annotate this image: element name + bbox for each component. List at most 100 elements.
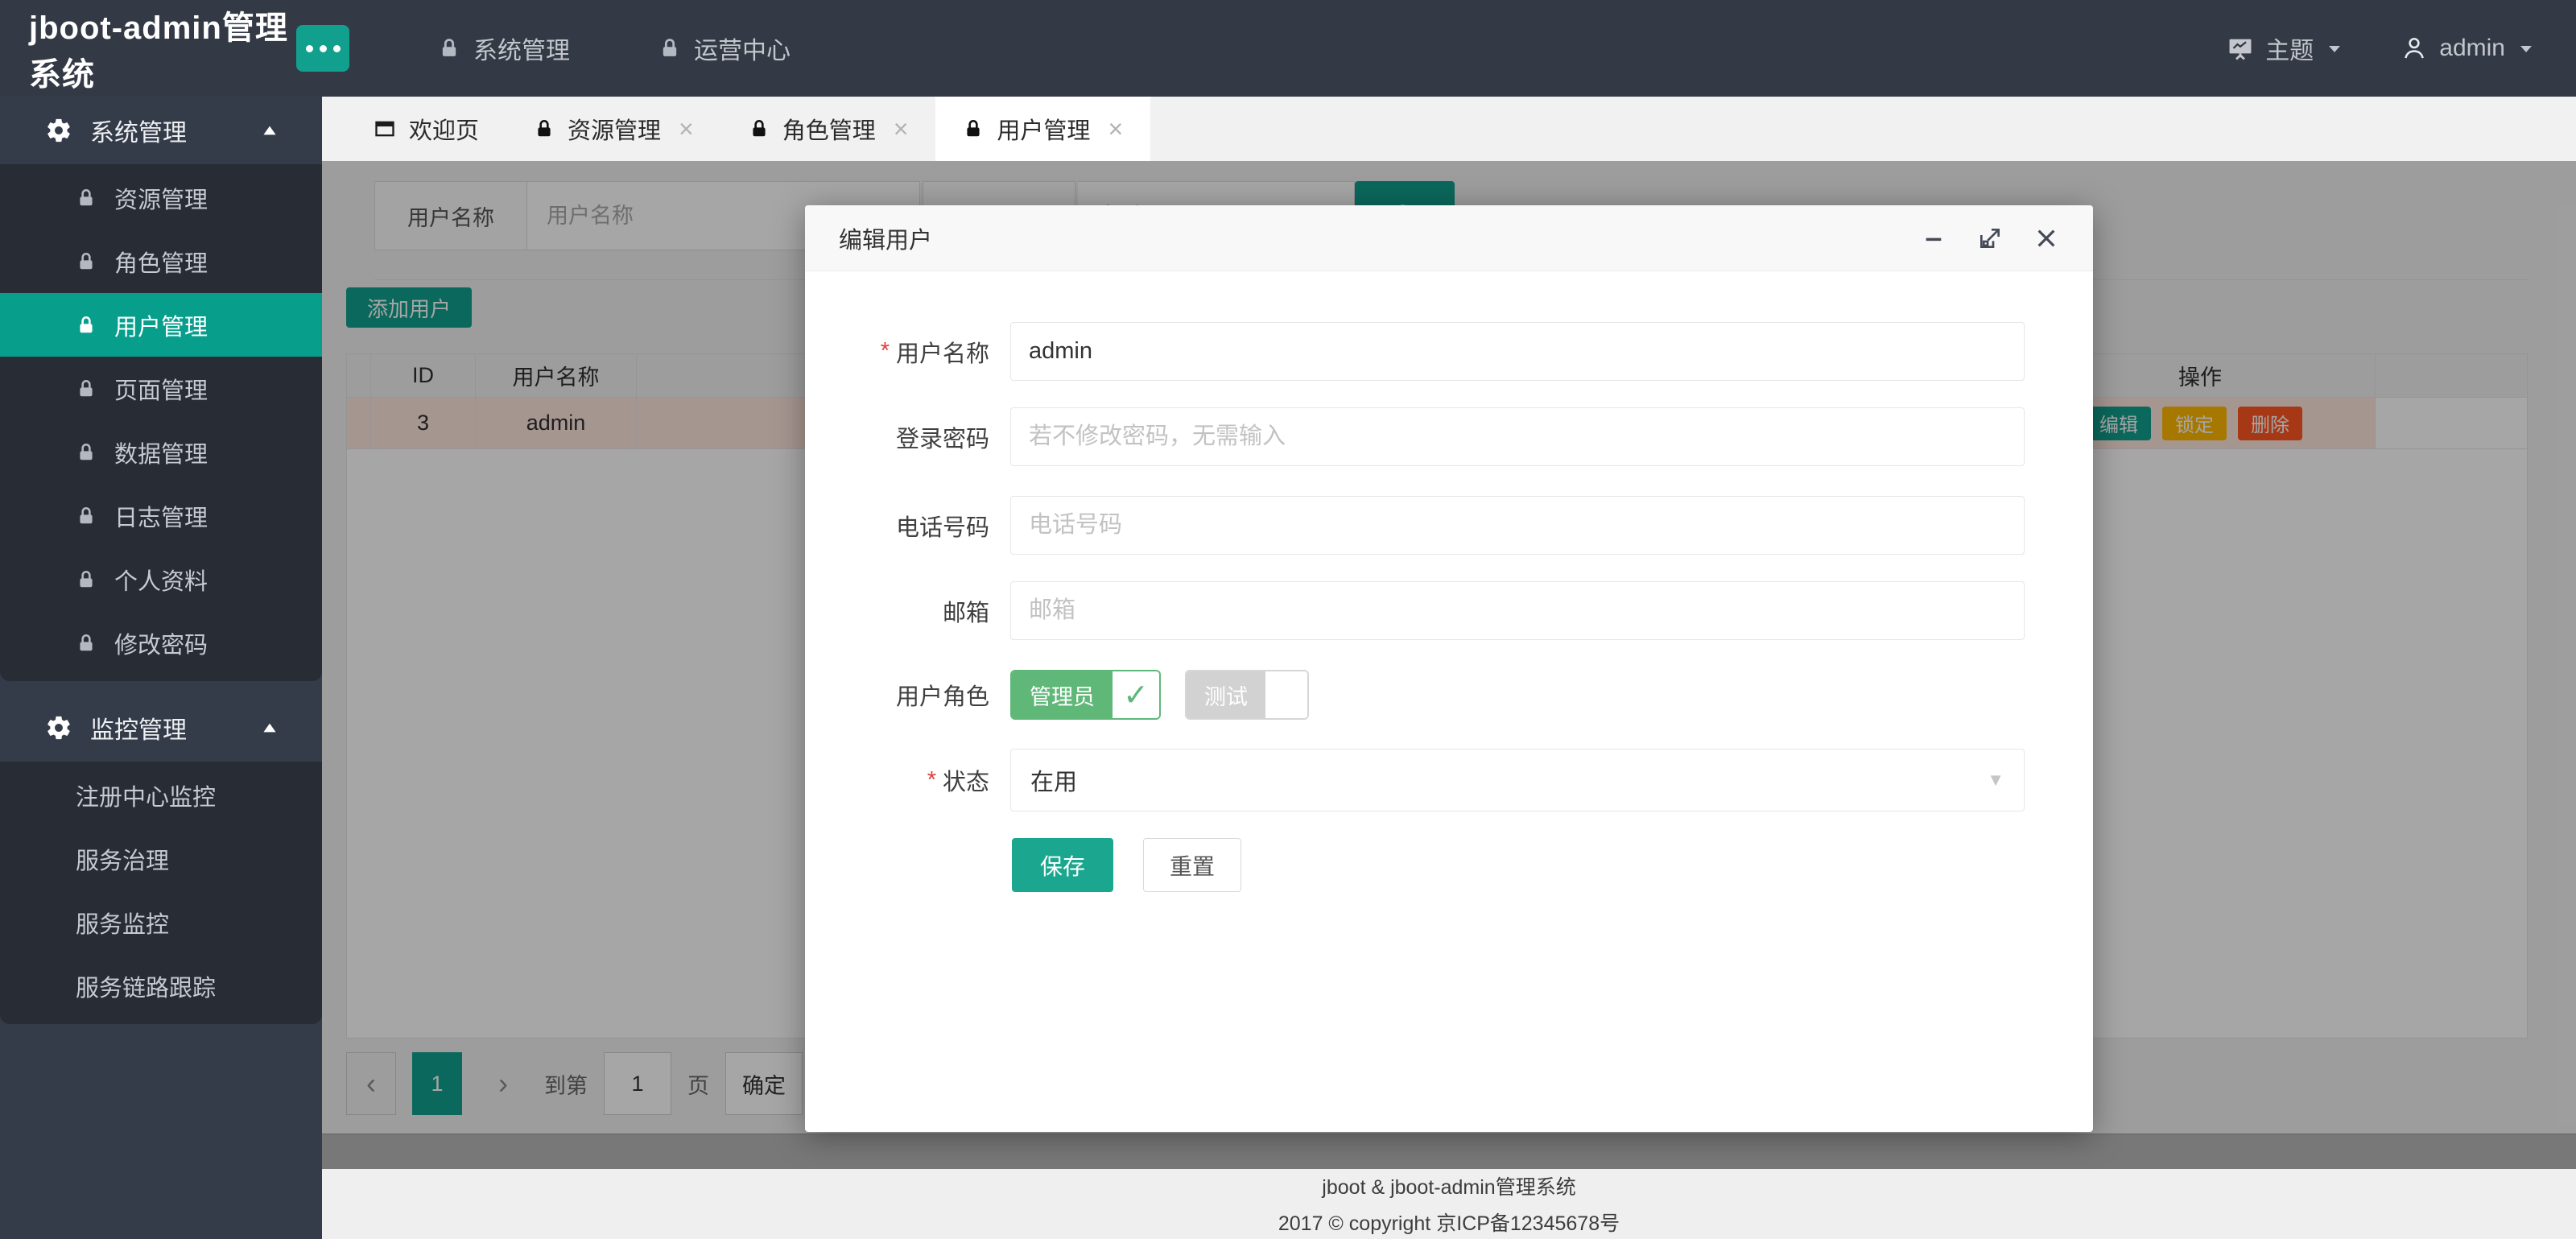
lock-icon bbox=[76, 506, 97, 527]
role-label: 测试 bbox=[1187, 671, 1265, 718]
sidebar-item-logs[interactable]: 日志管理 bbox=[0, 484, 322, 547]
email-field[interactable] bbox=[1010, 581, 2025, 640]
window-icon bbox=[374, 118, 396, 140]
sidebar-item-label: 数据管理 bbox=[114, 436, 208, 469]
phone-label: 电话号码 bbox=[805, 496, 1010, 555]
lock-icon bbox=[76, 633, 97, 654]
sidebar-item-label: 角色管理 bbox=[114, 245, 208, 279]
role-admin-toggle[interactable]: 管理员 ✓ bbox=[1010, 670, 1161, 720]
sidebar-item-roles[interactable]: 角色管理 bbox=[0, 229, 322, 293]
tab-welcome[interactable]: 欢迎页 bbox=[346, 97, 506, 161]
minimize-icon[interactable] bbox=[1921, 225, 1946, 251]
lock-icon bbox=[963, 118, 984, 139]
sidebar-toggle-button[interactable] bbox=[296, 25, 349, 72]
sidebar-item-resources[interactable]: 资源管理 bbox=[0, 166, 322, 229]
collapse-up-icon bbox=[259, 717, 280, 738]
sidebar-item-label: 资源管理 bbox=[114, 181, 208, 215]
collapse-up-icon bbox=[259, 120, 280, 141]
sidebar-item-service-governance[interactable]: 服务治理 bbox=[0, 827, 322, 890]
sidebar-item-users[interactable]: 用户管理 bbox=[0, 293, 322, 357]
footer-line2: 2017 © copyright 京ICP备12345678号 bbox=[1278, 1208, 1620, 1237]
sidebar-item-label: 服务监控 bbox=[76, 906, 169, 940]
sidebar-item-label: 修改密码 bbox=[114, 626, 208, 660]
sidebar-item-label: 个人资料 bbox=[114, 563, 208, 597]
lock-icon bbox=[534, 118, 555, 139]
sidebar-item-pages[interactable]: 页面管理 bbox=[0, 357, 322, 420]
form-row-buttons: 保存 重置 bbox=[805, 838, 2093, 892]
sidebar-item-label: 服务链路跟踪 bbox=[76, 969, 216, 1003]
close-icon[interactable]: × bbox=[679, 114, 694, 144]
username-label: * 用户名称 bbox=[805, 322, 1010, 381]
lock-icon bbox=[76, 188, 97, 209]
sidebar-item-registry-monitor[interactable]: 注册中心监控 bbox=[0, 763, 322, 827]
sidebar-item-label: 服务治理 bbox=[76, 842, 169, 876]
lock-icon bbox=[76, 442, 97, 463]
phone-field[interactable] bbox=[1010, 496, 2025, 555]
modal-header: 编辑用户 bbox=[805, 205, 2093, 271]
maximize-icon[interactable] bbox=[1977, 225, 2003, 251]
gear-icon bbox=[45, 714, 72, 741]
password-label: 登录密码 bbox=[805, 407, 1010, 466]
theme-dropdown[interactable]: 主题 bbox=[2227, 31, 2344, 66]
lock-icon bbox=[76, 315, 97, 336]
save-button[interactable]: 保存 bbox=[1012, 838, 1113, 892]
sidebar-item-service-monitor[interactable]: 服务监控 bbox=[0, 890, 322, 954]
password-field[interactable] bbox=[1010, 407, 2025, 466]
sidebar-item-change-password[interactable]: 修改密码 bbox=[0, 611, 322, 675]
sidebar-submenu-monitor: 注册中心监控 服务治理 服务监控 服务链路跟踪 bbox=[0, 762, 322, 1024]
chevron-down-icon bbox=[2325, 39, 2344, 58]
sidebar: 系统管理 资源管理 角色管理 用户管理 页面管理 数据管理 日志管理 bbox=[0, 97, 322, 1239]
lock-icon bbox=[76, 251, 97, 272]
topbar-right: 主题 admin bbox=[2227, 31, 2576, 66]
topbar: jboot-admin管理系统 系统管理 运营中心 主题 bbox=[0, 0, 2576, 97]
form-row-password: 登录密码 bbox=[805, 407, 2093, 466]
buttons-spacer bbox=[805, 838, 1010, 892]
role-label: 管理员 bbox=[1012, 671, 1113, 718]
tab-label: 用户管理 bbox=[997, 112, 1090, 146]
chevron-down-icon: ▼ bbox=[1987, 770, 2004, 791]
close-icon[interactable] bbox=[2033, 225, 2059, 251]
username-field[interactable] bbox=[1010, 322, 2025, 381]
topnav-item-system[interactable]: 系统管理 bbox=[438, 31, 570, 66]
close-icon[interactable]: × bbox=[894, 114, 909, 144]
lock-icon bbox=[76, 378, 97, 399]
section-label: 系统管理 bbox=[90, 113, 187, 148]
topnav-item-operations[interactable]: 运营中心 bbox=[658, 31, 791, 66]
sidebar-submenu-system: 资源管理 角色管理 用户管理 页面管理 数据管理 日志管理 个人资料 修改密码 bbox=[0, 164, 322, 681]
form-row-status: * 状态 在用 ▼ bbox=[805, 749, 2093, 812]
form-row-username: * 用户名称 bbox=[805, 322, 2093, 381]
unchecked-box bbox=[1265, 671, 1307, 718]
sidebar-section-monitor[interactable]: 监控管理 bbox=[0, 694, 322, 762]
sidebar-item-data[interactable]: 数据管理 bbox=[0, 420, 322, 484]
tab-resources[interactable]: 资源管理 × bbox=[506, 97, 721, 161]
required-asterisk: * bbox=[881, 338, 890, 365]
username-label: admin bbox=[2439, 35, 2505, 62]
content-area: 用户名称 电话号码 添加用户 ID 用户名称 电话号码 操作 bbox=[322, 161, 2576, 1169]
sidebar-item-label: 页面管理 bbox=[114, 372, 208, 406]
sidebar-item-label: 用户管理 bbox=[114, 308, 208, 342]
sidebar-item-label: 日志管理 bbox=[114, 499, 208, 533]
tabbar: 欢迎页 资源管理 × 角色管理 × 用户管理 × bbox=[322, 97, 2576, 161]
reset-button[interactable]: 重置 bbox=[1143, 838, 1241, 892]
gear-icon bbox=[45, 117, 72, 144]
sidebar-item-profile[interactable]: 个人资料 bbox=[0, 547, 322, 611]
sidebar-section-system[interactable]: 系统管理 bbox=[0, 97, 322, 164]
status-value: 在用 bbox=[1030, 763, 1077, 797]
theme-board-icon bbox=[2227, 35, 2254, 62]
sidebar-item-service-tracing[interactable]: 服务链路跟踪 bbox=[0, 954, 322, 1018]
lock-icon bbox=[658, 37, 681, 60]
required-asterisk: * bbox=[927, 767, 936, 794]
email-label: 邮箱 bbox=[805, 581, 1010, 640]
role-test-toggle[interactable]: 测试 bbox=[1185, 670, 1309, 720]
status-label: * 状态 bbox=[805, 749, 1010, 812]
tab-roles[interactable]: 角色管理 × bbox=[721, 97, 936, 161]
form-row-email: 邮箱 bbox=[805, 581, 2093, 640]
close-icon[interactable]: × bbox=[1108, 114, 1123, 144]
status-select[interactable]: 在用 ▼ bbox=[1010, 749, 2025, 812]
check-icon: ✓ bbox=[1113, 671, 1159, 718]
roles-label: 用户角色 bbox=[805, 668, 1010, 721]
lock-icon bbox=[749, 118, 770, 139]
tab-users[interactable]: 用户管理 × bbox=[935, 97, 1150, 161]
edit-user-modal: 编辑用户 * bbox=[805, 205, 2093, 1132]
user-dropdown[interactable]: admin bbox=[2401, 35, 2536, 62]
